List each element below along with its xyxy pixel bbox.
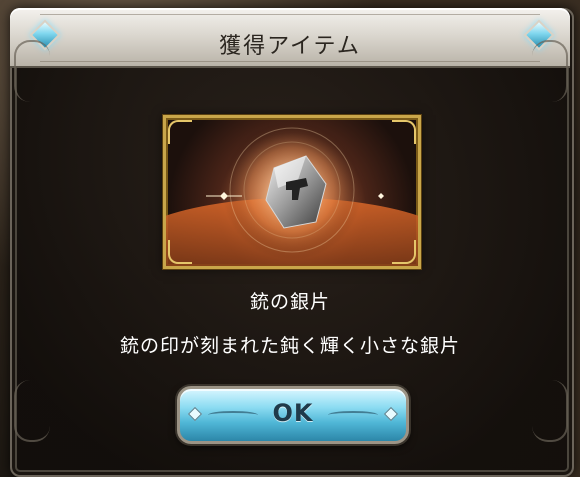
- dialog-title-bar: 獲得アイテム: [10, 8, 570, 68]
- dialog-title: 獲得アイテム: [219, 34, 361, 59]
- item-name: 銃の銀片: [249, 291, 330, 313]
- item-image: [166, 120, 418, 266]
- ok-button-label: OK: [272, 399, 314, 427]
- corner-ornament: [14, 380, 50, 442]
- frame-corner-ornament: [392, 240, 416, 264]
- ok-button[interactable]: OK: [177, 386, 409, 444]
- corner-ornament: [532, 40, 568, 102]
- item-description: 銃の印が刻まれた鈍く輝く小さな銀片: [119, 335, 460, 357]
- frame-corner-ornament: [168, 240, 192, 264]
- frame-corner-ornament: [392, 120, 416, 144]
- corner-ornament: [14, 40, 50, 102]
- item-image-frame: [163, 115, 421, 269]
- frame-corner-ornament: [168, 120, 192, 144]
- corner-ornament: [532, 380, 568, 442]
